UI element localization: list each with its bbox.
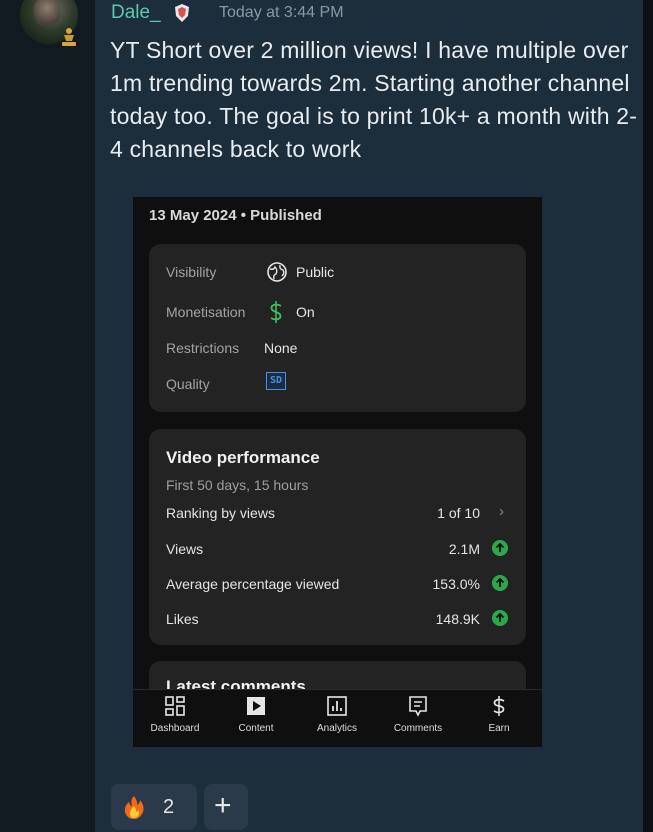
fire-reaction-button[interactable]: 2 — [111, 784, 197, 830]
reaction-count: 2 — [163, 796, 175, 818]
dollar-icon — [270, 301, 282, 323]
content-icon — [247, 697, 265, 715]
message-text: YT Short over 2 million views! I have mu… — [110, 37, 638, 162]
nav-dashboard[interactable]: Dashboard — [135, 695, 215, 734]
monetisation-value: On — [296, 304, 315, 320]
nav-analytics[interactable]: Analytics — [297, 695, 377, 734]
likes-value: 148.9K — [435, 611, 480, 627]
globe-icon — [267, 262, 287, 282]
performance-title: Video performance — [166, 448, 320, 467]
chevron-right-icon: › — [499, 503, 504, 520]
video-details-card: Visibility Public Monetisation On Restri… — [149, 244, 526, 412]
arrow-up-icon — [492, 575, 508, 591]
restrictions-label: Restrictions — [166, 340, 240, 356]
fire-icon — [124, 796, 144, 819]
comments-icon — [409, 696, 427, 717]
nav-label: Analytics — [316, 723, 357, 734]
video-performance-card: Video performance First 50 days, 15 hour… — [149, 429, 526, 645]
rank-badge-icon — [62, 28, 76, 46]
attached-screenshot[interactable]: 13 May 2024 • Published Visibility Publi… — [133, 197, 542, 747]
analytics-icon — [327, 696, 347, 716]
restrictions-value: None — [264, 340, 298, 356]
nav-content[interactable]: Content — [216, 695, 296, 734]
avg-percentage-value: 153.0% — [432, 576, 480, 592]
nav-label: Dashboard — [150, 723, 200, 734]
nav-earn[interactable]: Earn — [459, 695, 539, 734]
publish-date-status: 13 May 2024 • Published — [149, 207, 322, 224]
dashboard-icon — [165, 696, 185, 716]
scrollbar-track[interactable] — [643, 0, 653, 832]
add-reaction-label: + — [214, 789, 232, 822]
arrow-up-icon — [492, 610, 508, 626]
nav-label: Comments — [393, 723, 443, 734]
avg-percentage-label: Average percentage viewed — [166, 576, 340, 592]
username[interactable]: Dale_ — [111, 2, 161, 24]
quality-label: Quality — [166, 376, 210, 392]
arrow-up-icon — [492, 540, 508, 556]
shield-badge-icon — [175, 4, 189, 22]
visibility-label: Visibility — [166, 264, 217, 280]
views-value: 2.1M — [448, 541, 480, 557]
ranking-value: 1 of 10 — [437, 505, 480, 521]
views-label: Views — [166, 541, 204, 557]
likes-label: Likes — [166, 611, 199, 627]
ranking-label: Ranking by views — [166, 505, 275, 521]
earn-icon — [493, 696, 505, 716]
visibility-value: Public — [296, 264, 335, 280]
bottom-nav: Dashboard Content Analytics Comments Ear… — [133, 689, 542, 747]
nav-label: Content — [238, 723, 274, 734]
add-reaction-button[interactable]: + — [204, 784, 248, 830]
nav-comments[interactable]: Comments — [378, 695, 458, 734]
monetisation-label: Monetisation — [166, 304, 246, 320]
nav-label: Earn — [488, 723, 510, 734]
message-timestamp: Today at 3:44 PM — [219, 4, 344, 21]
sd-badge-icon: SD — [266, 372, 286, 390]
performance-subtitle: First 50 days, 15 hours — [166, 477, 309, 493]
